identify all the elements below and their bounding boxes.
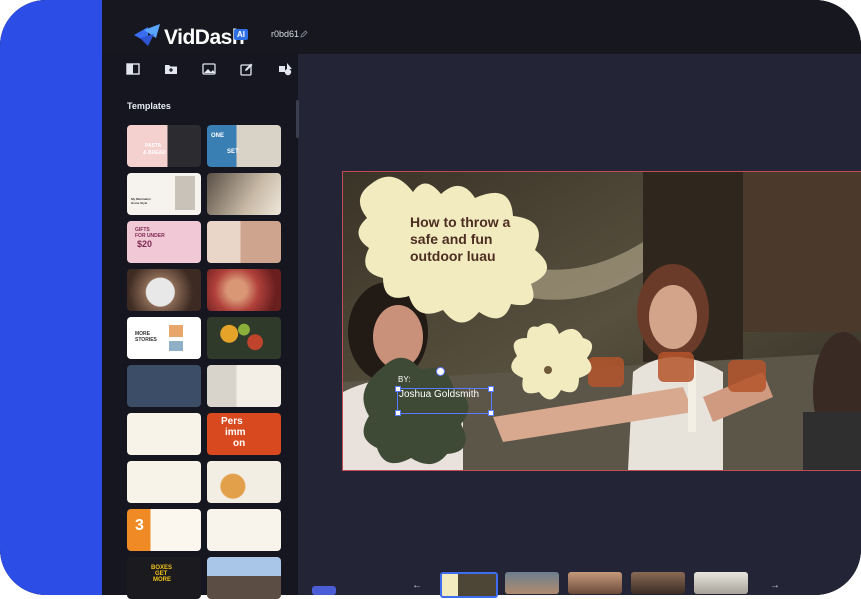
- templates-heading: Templates: [127, 101, 171, 111]
- image-icon[interactable]: [202, 62, 216, 76]
- template-thumb[interactable]: [207, 317, 281, 359]
- viddash-logo-icon: [134, 24, 160, 46]
- prev-slide-icon[interactable]: ←: [412, 580, 422, 591]
- filmstrip-slide[interactable]: [631, 572, 685, 594]
- template-thumb[interactable]: PASTA & BREAD: [127, 125, 201, 167]
- filmstrip-slide[interactable]: [694, 572, 748, 594]
- template-thumb[interactable]: [207, 221, 281, 263]
- resize-handle[interactable]: [395, 410, 401, 416]
- template-thumb[interactable]: GIFTS FOR UNDER $20: [127, 221, 201, 263]
- folder-add-icon[interactable]: [164, 62, 178, 76]
- template-thumb[interactable]: ONE SET: [207, 125, 281, 167]
- template-thumb[interactable]: [207, 509, 281, 551]
- left-accent-strip: [0, 0, 102, 595]
- template-thumb[interactable]: MORE STORIES: [127, 317, 201, 359]
- filmstrip-slide[interactable]: [505, 572, 559, 594]
- pencil-icon[interactable]: [300, 30, 308, 38]
- slide-byline-label[interactable]: BY:: [398, 375, 410, 384]
- slide-headline[interactable]: How to throw a safe and fun outdoor luau: [410, 214, 540, 265]
- next-slide-icon[interactable]: →: [770, 580, 780, 591]
- selected-author-textbox[interactable]: Joshua Goldsmith: [397, 388, 492, 414]
- template-thumb[interactable]: [207, 269, 281, 311]
- filmstrip-slide[interactable]: [440, 572, 498, 598]
- filmstrip-slide[interactable]: [568, 572, 622, 594]
- sidebar-scrollbar[interactable]: [296, 100, 299, 138]
- template-thumb[interactable]: BOXES GET MORE: [127, 557, 201, 599]
- template-thumb[interactable]: Pers imm on: [207, 413, 281, 455]
- template-thumb[interactable]: [207, 461, 281, 503]
- shapes-icon[interactable]: [278, 62, 292, 76]
- play-control[interactable]: [312, 586, 336, 595]
- resize-handle[interactable]: [488, 386, 494, 392]
- template-thumb[interactable]: [127, 413, 201, 455]
- template-thumb[interactable]: [207, 365, 281, 407]
- template-thumb[interactable]: [207, 173, 281, 215]
- app-name: VidDash: [164, 26, 245, 49]
- layout-icon[interactable]: [126, 62, 140, 76]
- template-thumb[interactable]: 3: [127, 509, 201, 551]
- project-id[interactable]: r0bd61: [271, 29, 299, 39]
- resize-handle[interactable]: [488, 410, 494, 416]
- ai-badge: AI: [234, 29, 248, 40]
- template-thumb[interactable]: [207, 557, 281, 599]
- template-thumb[interactable]: [127, 269, 201, 311]
- template-thumb[interactable]: [127, 461, 201, 503]
- rotate-handle[interactable]: [436, 367, 445, 376]
- edit-icon[interactable]: [240, 62, 254, 76]
- template-thumb[interactable]: My Minimalist Home Style: [127, 173, 201, 215]
- template-thumb[interactable]: [127, 365, 201, 407]
- resize-handle[interactable]: [395, 386, 401, 392]
